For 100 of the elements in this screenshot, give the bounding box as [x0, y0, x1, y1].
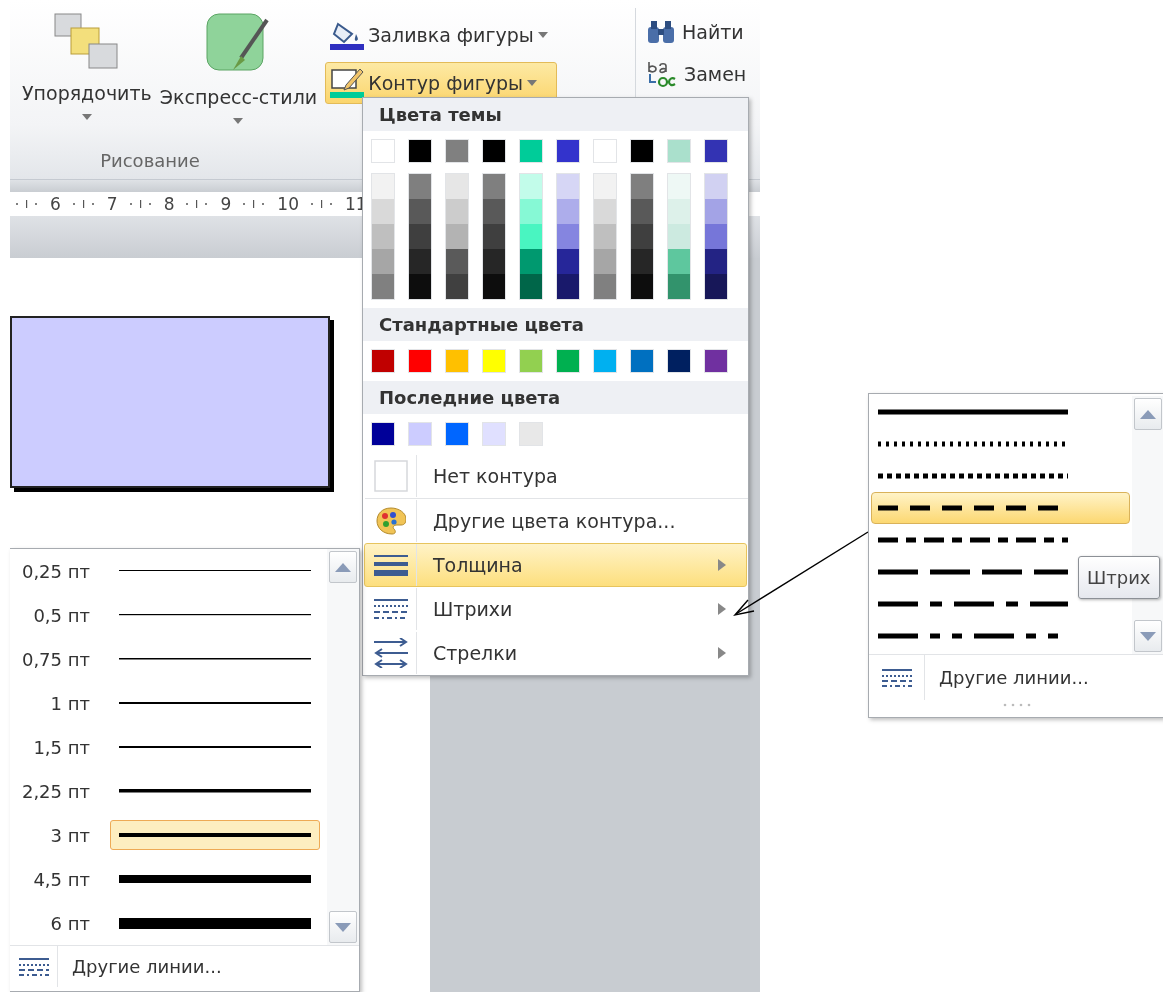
- color-swatch[interactable]: [409, 224, 431, 249]
- color-swatch[interactable]: [630, 139, 654, 163]
- color-swatch[interactable]: [372, 274, 394, 299]
- color-swatch[interactable]: [668, 174, 690, 199]
- color-swatch[interactable]: [408, 349, 432, 373]
- color-swatch[interactable]: [705, 224, 727, 249]
- color-swatch[interactable]: [483, 199, 505, 224]
- color-swatch[interactable]: [668, 274, 690, 299]
- menu-item[interactable]: Стрелки: [364, 631, 747, 675]
- scrollbar[interactable]: [327, 549, 359, 945]
- color-swatch[interactable]: [371, 422, 395, 446]
- color-swatch[interactable]: [705, 199, 727, 224]
- color-swatch[interactable]: [593, 349, 617, 373]
- color-swatch[interactable]: [409, 249, 431, 274]
- color-swatch[interactable]: [594, 249, 616, 274]
- color-swatch[interactable]: [704, 349, 728, 373]
- color-swatch[interactable]: [483, 274, 505, 299]
- menu-item[interactable]: Другие линии...: [869, 654, 1163, 700]
- color-swatch[interactable]: [594, 224, 616, 249]
- color-swatch[interactable]: [446, 249, 468, 274]
- weight-label: 0,25 пт: [20, 560, 90, 582]
- color-swatch[interactable]: [482, 139, 506, 163]
- color-swatch[interactable]: [668, 224, 690, 249]
- color-swatch[interactable]: [705, 174, 727, 199]
- color-swatch[interactable]: [371, 349, 395, 373]
- color-swatch[interactable]: [557, 199, 579, 224]
- color-swatch[interactable]: [667, 139, 691, 163]
- color-swatch[interactable]: [556, 139, 580, 163]
- ribbon-button[interactable]: Упорядочить: [20, 10, 154, 150]
- color-swatch[interactable]: [445, 139, 469, 163]
- color-swatch[interactable]: [371, 139, 395, 163]
- menu-item[interactable]: Другие цвета контура...: [364, 499, 747, 543]
- menu-item[interactable]: Другие линии...: [10, 945, 359, 987]
- color-swatch[interactable]: [445, 422, 469, 446]
- color-swatch[interactable]: [408, 139, 432, 163]
- color-swatch[interactable]: [446, 274, 468, 299]
- color-swatch[interactable]: [556, 349, 580, 373]
- color-swatch[interactable]: [631, 249, 653, 274]
- paint-bucket-icon: [330, 20, 365, 50]
- menu-item[interactable]: Штрихи: [364, 587, 747, 631]
- color-swatch[interactable]: [372, 224, 394, 249]
- color-swatch[interactable]: [668, 249, 690, 274]
- color-swatch[interactable]: [519, 422, 543, 446]
- ribbon-button[interactable]: Найти: [646, 16, 747, 48]
- color-swatch[interactable]: [594, 174, 616, 199]
- color-swatch[interactable]: [594, 274, 616, 299]
- color-swatch[interactable]: [630, 349, 654, 373]
- ruler-tick-marks: [14, 199, 40, 209]
- color-swatch[interactable]: [446, 174, 468, 199]
- ruler-tick-marks: [308, 199, 335, 209]
- color-swatch[interactable]: [593, 139, 617, 163]
- scroll-up-icon: [335, 562, 351, 572]
- section-heading: Цвета темы: [363, 98, 748, 131]
- dash-style-option[interactable]: [871, 492, 1130, 524]
- color-swatch[interactable]: [408, 422, 432, 446]
- color-swatch[interactable]: [409, 199, 431, 224]
- color-swatch[interactable]: [483, 224, 505, 249]
- color-swatch[interactable]: [483, 174, 505, 199]
- color-swatch[interactable]: [631, 199, 653, 224]
- color-swatch[interactable]: [520, 174, 542, 199]
- color-swatch[interactable]: [446, 199, 468, 224]
- ribbon-button[interactable]: Замен: [646, 58, 747, 90]
- color-swatch[interactable]: [520, 199, 542, 224]
- color-swatch[interactable]: [409, 174, 431, 199]
- color-swatch[interactable]: [631, 274, 653, 299]
- ribbon-button[interactable]: Экспресс-стили: [157, 10, 320, 150]
- color-swatch[interactable]: [519, 139, 543, 163]
- color-swatch[interactable]: [594, 199, 616, 224]
- weight-label: 0,5 пт: [32, 604, 90, 626]
- color-swatch[interactable]: [667, 349, 691, 373]
- color-swatch[interactable]: [705, 249, 727, 274]
- menu-item[interactable]: Толщина: [364, 543, 747, 587]
- section-heading: Последние цвета: [363, 381, 748, 414]
- color-swatch[interactable]: [520, 224, 542, 249]
- color-swatch[interactable]: [519, 349, 543, 373]
- color-swatch[interactable]: [372, 174, 394, 199]
- color-swatch[interactable]: [557, 274, 579, 299]
- color-swatch[interactable]: [446, 224, 468, 249]
- color-swatch[interactable]: [668, 199, 690, 224]
- ribbon-button[interactable]: Заливка фигуры: [325, 14, 557, 56]
- color-swatch[interactable]: [631, 224, 653, 249]
- line-weight-option[interactable]: [110, 820, 320, 850]
- color-swatch[interactable]: [631, 174, 653, 199]
- color-swatch[interactable]: [705, 274, 727, 299]
- color-swatch[interactable]: [704, 139, 728, 163]
- color-swatch[interactable]: [557, 224, 579, 249]
- color-swatch[interactable]: [557, 249, 579, 274]
- color-swatch[interactable]: [409, 274, 431, 299]
- ruler-number: 9: [220, 194, 232, 214]
- color-swatch[interactable]: [520, 274, 542, 299]
- color-swatch[interactable]: [482, 349, 506, 373]
- color-swatch[interactable]: [445, 349, 469, 373]
- color-swatch[interactable]: [372, 199, 394, 224]
- color-swatch[interactable]: [483, 249, 505, 274]
- menu-item[interactable]: Нет контура: [364, 454, 747, 498]
- scroll-down-icon: [335, 922, 351, 932]
- color-swatch[interactable]: [520, 249, 542, 274]
- color-swatch[interactable]: [372, 249, 394, 274]
- color-swatch[interactable]: [482, 422, 506, 446]
- color-swatch[interactable]: [557, 174, 579, 199]
